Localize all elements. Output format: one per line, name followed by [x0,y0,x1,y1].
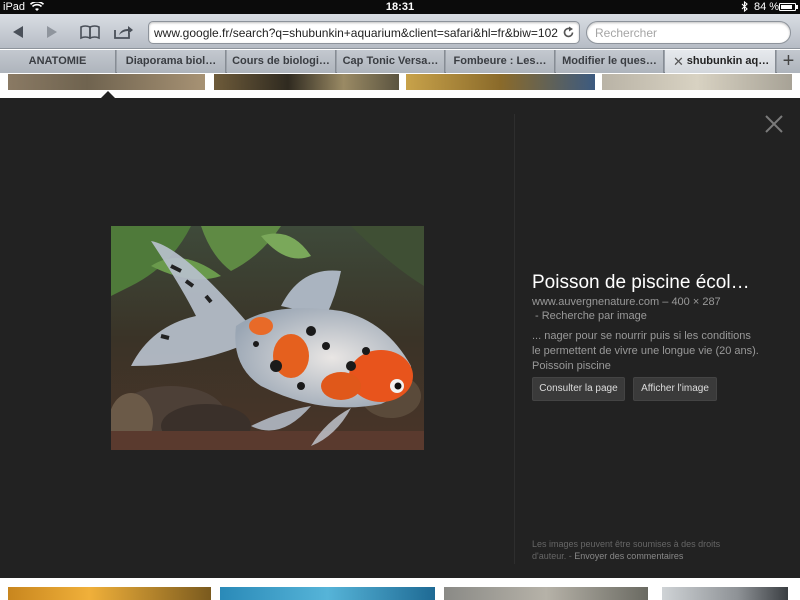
search-bar[interactable] [586,21,791,44]
result-thumbnail[interactable] [8,587,211,600]
bookmarks-button[interactable] [76,20,104,44]
preview-source-line: www.auvergnenature.com – 400 × 287 [532,296,721,308]
preview-description: ... nager pour se nourrir puis si les co… [532,330,759,372]
image-results-row-bottom [0,578,800,600]
image-results-row-top [0,74,800,98]
book-icon [80,25,100,40]
panel-divider [514,114,515,564]
preview-image[interactable] [111,226,424,450]
result-thumbnail[interactable] [8,74,205,90]
address-bar[interactable]: www.google.fr/search?q=shubunkin+aquariu… [148,21,580,44]
preview-source-link[interactable]: www.auvergnenature.com [532,296,659,308]
share-icon [114,26,133,39]
back-button[interactable] [6,20,30,44]
tab-shubunkin[interactable]: ✕ shubunkin aq… [665,50,776,73]
image-preview-panel: Poisson de piscine écol… www.auvergnenat… [0,98,800,578]
feedback-separator: - [568,551,572,561]
tab-diaporama[interactable]: Diaporama biol… [117,50,226,73]
result-thumbnail[interactable] [444,587,648,600]
tab-shubunkin-label: shubunkin aq… [686,55,770,67]
battery-percent: 84 % [754,1,780,13]
status-bar: iPad 18:31 84 % [0,0,800,14]
rights-note: Les images peuvent être soumises à des d… [532,538,752,562]
forward-button[interactable] [40,20,64,44]
goldfish-photo [111,226,424,450]
result-thumbnail[interactable] [220,587,435,600]
tab-fombeure[interactable]: Fombeure : Les… [446,50,555,73]
view-image-button[interactable]: Afficher l'image [633,377,717,401]
result-thumbnail[interactable] [406,74,595,90]
preview-title[interactable]: Poisson de piscine écol… [532,272,750,294]
tab-anatomie[interactable]: ANATOMIE [0,50,116,73]
visit-page-button[interactable]: Consulter la page [532,377,625,401]
search-by-image-line: - Recherche par image [535,310,647,322]
share-button[interactable] [110,20,138,44]
feedback-link[interactable]: Envoyer des commentaires [574,551,683,561]
tab-cap-tonic[interactable]: Cap Tonic Versa… [337,50,445,73]
close-preview-button[interactable] [764,114,784,134]
reload-icon[interactable] [562,26,575,44]
new-tab-button[interactable]: + [777,50,800,73]
battery-icon [779,3,798,11]
result-thumbnail[interactable] [602,74,792,90]
close-icon [765,115,783,133]
close-tab-icon[interactable]: ✕ [673,50,684,73]
tab-modifier[interactable]: Modifier le ques… [556,50,664,73]
tab-bar: ANATOMIE Diaporama biol… Cours de biolog… [0,50,800,73]
preview-dimensions: 400 × 287 [671,296,721,308]
search-by-image-link[interactable]: Recherche par image [542,310,647,322]
meta-separator: – [662,296,669,308]
result-thumbnail[interactable] [662,587,788,600]
tab-cours-biologie[interactable]: Cours de biologi… [227,50,336,73]
result-thumbnail[interactable] [214,74,399,90]
search-input[interactable] [595,26,780,40]
status-time: 18:31 [385,1,415,13]
search-by-image-prefix: - [535,310,539,322]
url-text[interactable]: www.google.fr/search?q=shubunkin+aquariu… [154,26,558,40]
browser-toolbar: www.google.fr/search?q=shubunkin+aquariu… [0,14,800,49]
selected-result-caret [101,91,115,98]
